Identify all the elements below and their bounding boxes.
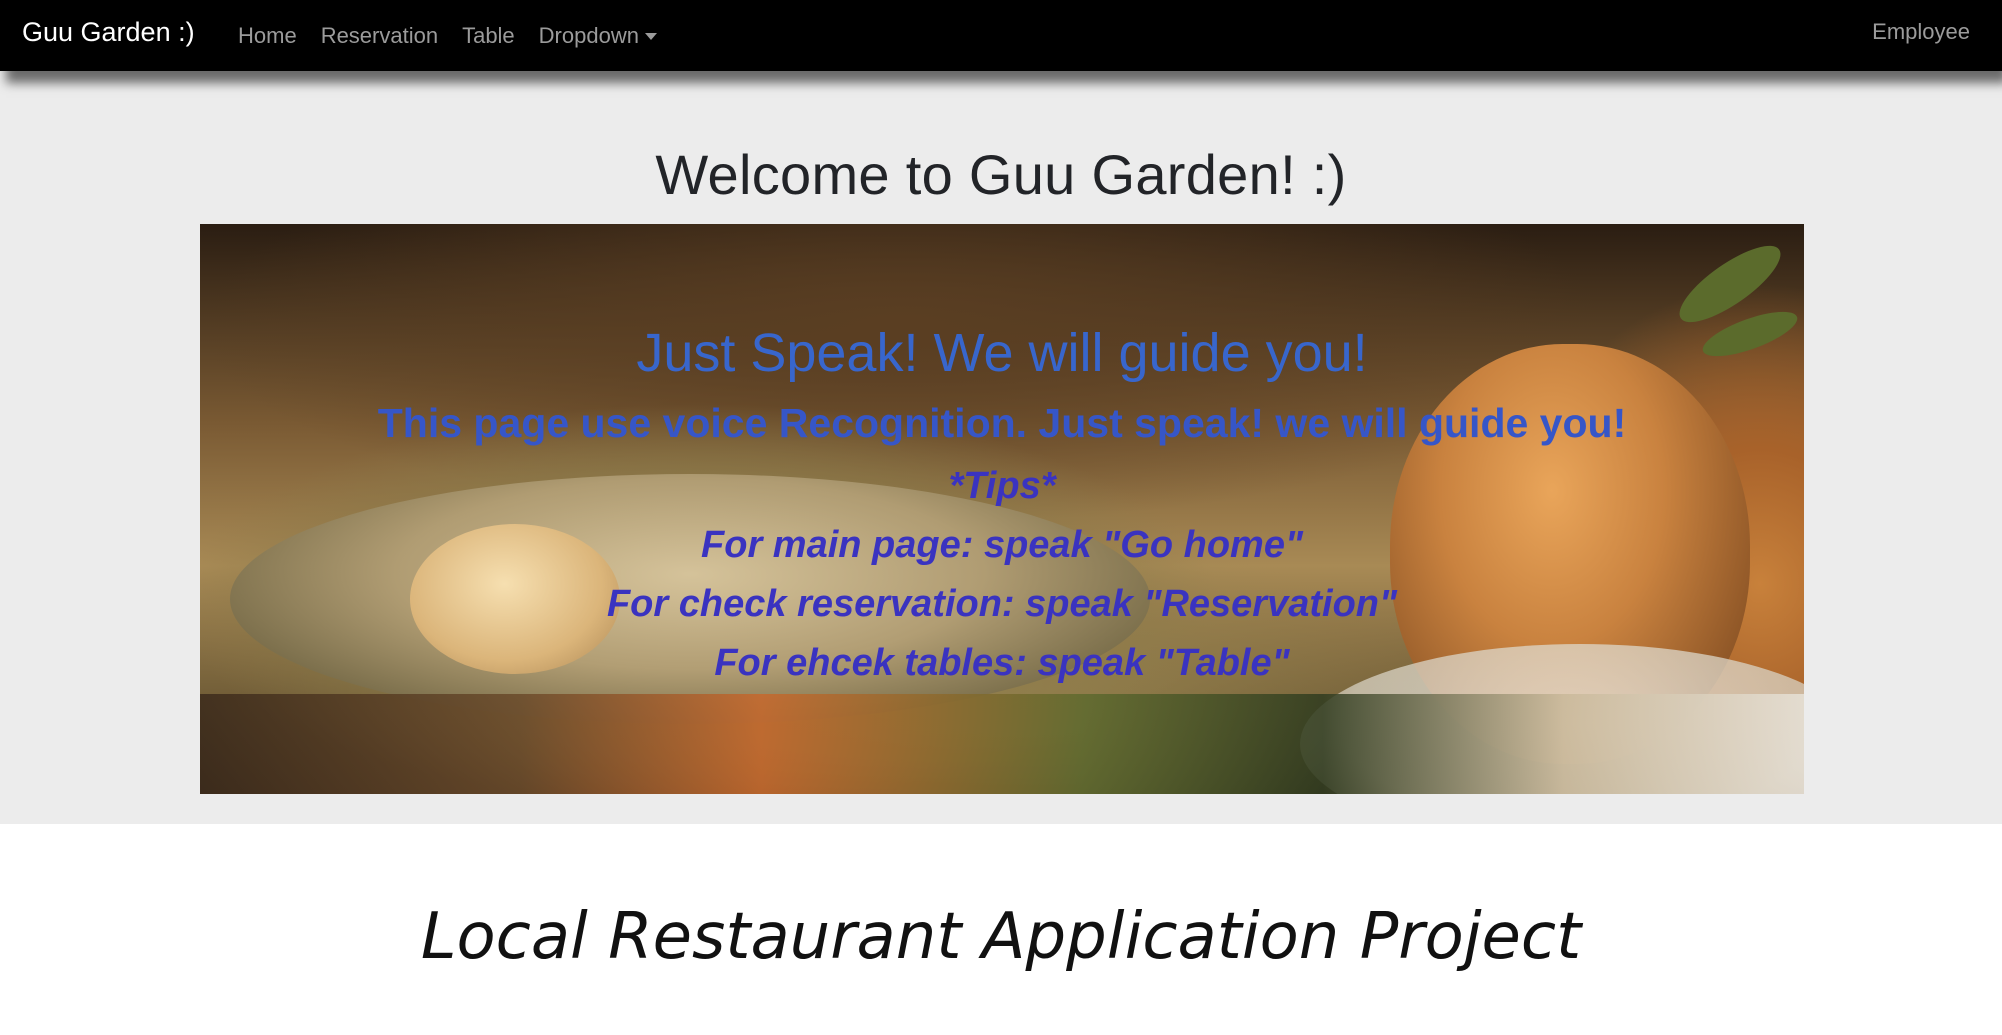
- nav-links: Home Reservation Table Dropdown: [238, 0, 681, 71]
- voice-guide-overlay: Just Speak! We will guide you! This page…: [200, 224, 1804, 794]
- voice-guide-subtitle: This page use voice Recognition. Just sp…: [377, 400, 1627, 446]
- nav-dropdown-label: Dropdown: [538, 22, 639, 48]
- tip-item: For check reservation: speak "Reservatio…: [606, 583, 1398, 625]
- welcome-heading: Welcome to Guu Garden! :): [655, 143, 1347, 206]
- nav-link-table[interactable]: Table: [462, 0, 515, 71]
- top-navbar: Guu Garden :) Home Reservation Table Dro…: [0, 0, 2002, 71]
- project-caption: Local Restaurant Application Project: [420, 900, 1582, 974]
- voice-guide-title: Just Speak! We will guide you!: [636, 323, 1368, 383]
- nav-dropdown-toggle[interactable]: Dropdown: [539, 0, 657, 71]
- caret-down-icon: [644, 33, 657, 40]
- navbar-brand[interactable]: Guu Garden :): [22, 0, 195, 71]
- hero-food-image: Just Speak! We will guide you! This page…: [200, 224, 1804, 794]
- tips-heading: *Tips*: [948, 465, 1056, 507]
- tip-item: For main page: speak "Go home": [701, 524, 1303, 566]
- nav-link-reservation[interactable]: Reservation: [321, 0, 438, 71]
- nav-link-employee[interactable]: Employee: [1872, 0, 1970, 64]
- nav-link-home[interactable]: Home: [238, 0, 297, 71]
- tip-item: For ehcek tables: speak "Table": [714, 642, 1290, 684]
